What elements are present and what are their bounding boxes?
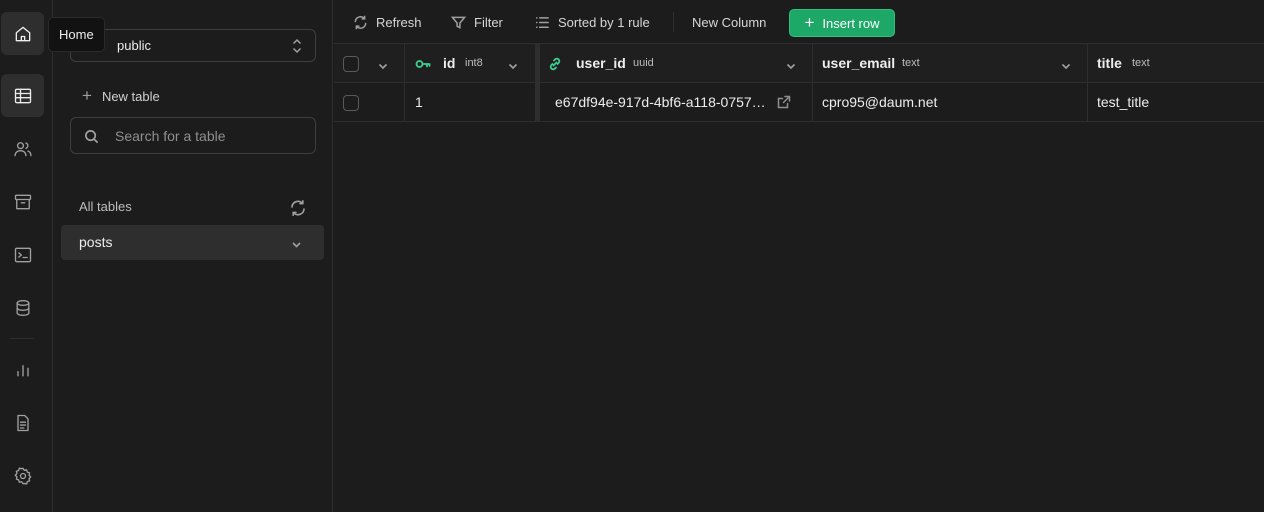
api-docs-button[interactable] xyxy=(1,401,44,444)
home-icon xyxy=(15,26,30,41)
storage-button[interactable] xyxy=(1,180,44,223)
sort-button[interactable]: Sorted by 1 rule xyxy=(535,13,650,31)
cell-value: e67df94e-917d-4bf6-a118-0757… xyxy=(555,94,766,110)
data-grid: id int8 user_id uuid user_email text tit… xyxy=(334,44,1264,122)
refresh-icon xyxy=(354,15,367,29)
column-type: uuid xyxy=(633,57,654,69)
select-all-checkbox[interactable] xyxy=(343,56,359,72)
refresh-icon xyxy=(291,200,305,216)
database-icon xyxy=(16,299,30,316)
authentication-button[interactable] xyxy=(1,127,44,170)
column-header-title[interactable]: title text xyxy=(1088,44,1264,83)
refresh-tables-button[interactable] xyxy=(289,199,307,217)
users-icon xyxy=(13,141,32,156)
table-search-input[interactable] xyxy=(115,126,305,146)
cell-value: test_title xyxy=(1097,94,1150,110)
table-item-posts[interactable]: posts xyxy=(61,225,324,260)
new-table-label: New table xyxy=(101,88,160,104)
chevron-down-icon[interactable] xyxy=(291,237,302,248)
column-name: title xyxy=(1097,55,1122,71)
toolbar-divider xyxy=(673,12,674,32)
column-name: user_id xyxy=(576,55,626,71)
refresh-label: Refresh xyxy=(376,14,422,30)
schema-select[interactable]: public xyxy=(70,29,316,62)
reports-button[interactable] xyxy=(1,348,44,391)
toolbar: Refresh Filter Sorted by 1 rule New Colu… xyxy=(334,0,1264,44)
database-button[interactable] xyxy=(1,286,44,329)
all-tables-heading: All tables xyxy=(79,199,132,214)
storage-icon xyxy=(14,194,31,209)
table-row[interactable]: 1 e67df94e-917d-4bf6-a118-0757… cpro95@d… xyxy=(334,83,1264,122)
home-button[interactable] xyxy=(1,12,44,55)
cell-user-email[interactable]: cpro95@daum.net xyxy=(813,83,1088,122)
table-editor-icon xyxy=(14,88,31,103)
chevron-down-icon[interactable] xyxy=(378,58,388,70)
filter-button[interactable]: Filter xyxy=(451,13,503,31)
sql-editor-button[interactable] xyxy=(1,233,44,276)
column-type: text xyxy=(1132,57,1150,69)
sort-label: Sorted by 1 rule xyxy=(558,14,650,30)
reports-icon xyxy=(16,364,29,376)
chevron-down-icon[interactable] xyxy=(508,58,518,70)
grid-header: id int8 user_id uuid user_email text tit… xyxy=(334,44,1264,83)
plus-icon: + xyxy=(804,13,815,32)
table-sidebar: public + New table All tables posts xyxy=(53,0,333,512)
chevron-up-down-icon xyxy=(291,37,303,55)
table-search[interactable] xyxy=(70,117,316,154)
select-all-cell xyxy=(334,44,405,83)
sql-editor-icon xyxy=(14,247,31,262)
search-icon xyxy=(85,130,99,144)
filter-icon xyxy=(451,16,466,29)
cell-title[interactable]: test_title xyxy=(1088,83,1264,122)
settings-icon xyxy=(14,467,31,485)
table-editor-button[interactable] xyxy=(1,74,44,117)
filter-label: Filter xyxy=(474,14,503,30)
insert-row-button[interactable]: + Insert row xyxy=(789,9,895,37)
schema-value: public xyxy=(117,38,151,53)
link-icon xyxy=(547,56,563,72)
plus-icon: + xyxy=(82,86,92,105)
docs-icon xyxy=(16,414,29,431)
column-type: text xyxy=(902,57,920,69)
column-header-id[interactable]: id int8 xyxy=(405,44,536,83)
new-column-button[interactable]: New Column xyxy=(692,13,766,31)
cell-id[interactable]: 1 xyxy=(405,83,536,122)
home-tooltip: Home xyxy=(48,17,105,52)
chevron-down-icon[interactable] xyxy=(1061,58,1071,70)
key-icon xyxy=(415,56,431,72)
settings-button[interactable] xyxy=(1,454,44,497)
chevron-down-icon[interactable] xyxy=(786,58,796,70)
new-table-button[interactable]: + New table xyxy=(82,86,160,106)
insert-row-label: Insert row xyxy=(822,15,880,31)
cell-value: 1 xyxy=(415,94,423,110)
external-link-icon[interactable] xyxy=(777,95,791,109)
row-checkbox[interactable] xyxy=(343,95,359,111)
column-name: user_email xyxy=(822,55,896,71)
refresh-button[interactable]: Refresh xyxy=(353,13,422,31)
cell-value: cpro95@daum.net xyxy=(822,94,938,110)
table-item-label: posts xyxy=(79,234,113,250)
table-editor: Refresh Filter Sorted by 1 rule New Colu… xyxy=(334,0,1264,512)
column-name: id xyxy=(443,55,456,71)
app: Home public + New table Search for a tab… xyxy=(0,0,1264,512)
row-select-cell xyxy=(334,83,405,122)
cell-user-id[interactable]: e67df94e-917d-4bf6-a118-0757… xyxy=(540,83,813,122)
sort-list-icon xyxy=(535,16,549,28)
rail-divider xyxy=(10,338,34,339)
column-type: int8 xyxy=(465,57,483,69)
new-column-label: New Column xyxy=(692,14,767,30)
icon-rail: Home xyxy=(0,0,105,512)
column-header-user-email[interactable]: user_email text xyxy=(813,44,1088,83)
column-header-user-id[interactable]: user_id uuid xyxy=(540,44,813,83)
